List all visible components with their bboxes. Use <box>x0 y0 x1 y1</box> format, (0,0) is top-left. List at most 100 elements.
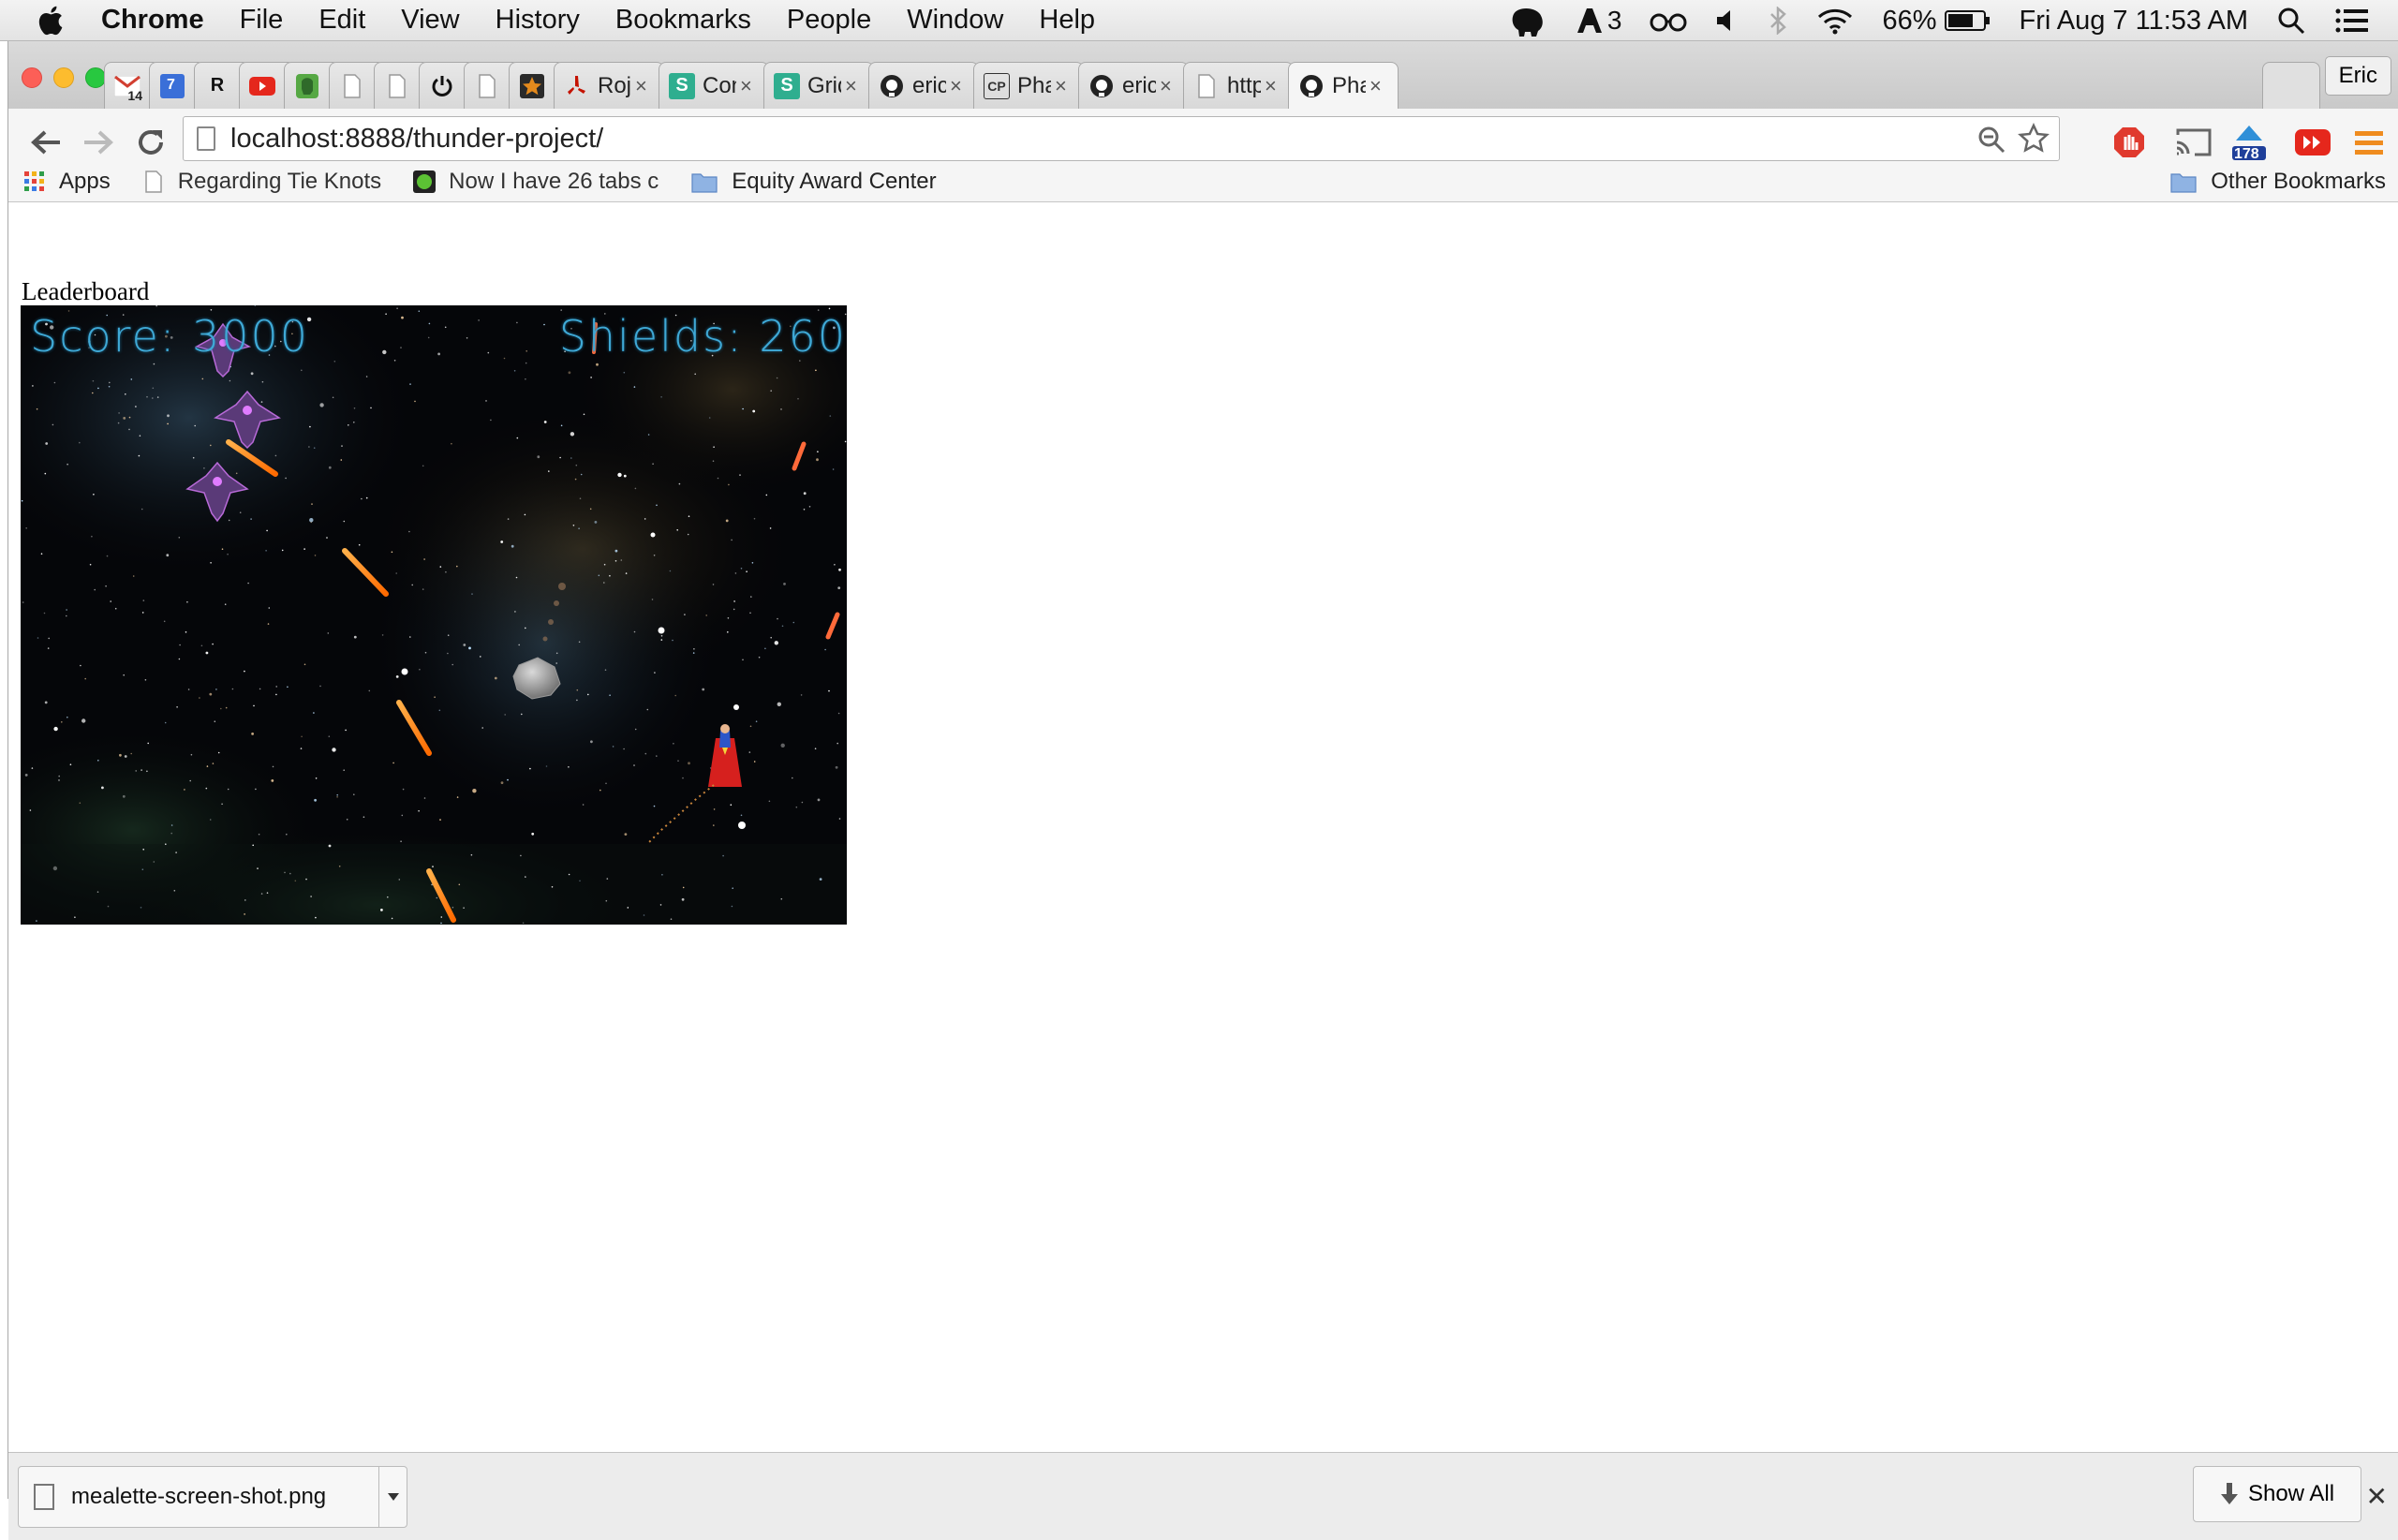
wifi-icon[interactable] <box>1816 7 1854 35</box>
youtube-icon <box>249 73 275 99</box>
browser-tab[interactable]: Phaser× <box>1288 62 1399 109</box>
browser-tab[interactable]: https://× <box>1183 62 1294 109</box>
tab-close-icon[interactable]: × <box>740 74 759 98</box>
star <box>708 417 711 419</box>
new-tab-button[interactable] <box>2262 62 2320 109</box>
menu-bookmarks[interactable]: Bookmarks <box>615 5 751 36</box>
browser-tab[interactable]: ericfloi× <box>1078 62 1189 109</box>
star <box>142 849 144 851</box>
star <box>142 600 145 601</box>
menu-edit[interactable]: Edit <box>318 5 365 36</box>
star <box>687 533 689 536</box>
star <box>646 708 649 711</box>
profile-button[interactable]: Eric <box>2324 56 2391 96</box>
star <box>503 357 506 360</box>
star <box>480 656 481 658</box>
cast-extension-button[interactable] <box>2174 124 2212 161</box>
star <box>314 798 317 802</box>
browser-tab[interactable]: CP Phaser× <box>973 62 1084 109</box>
reading-glasses-icon[interactable] <box>1650 8 1687 33</box>
zoom-icon[interactable] <box>1976 125 2006 155</box>
tab-close-icon[interactable]: × <box>1369 74 1388 98</box>
battery-icon[interactable] <box>1944 9 1991 32</box>
bookmark-26-tabs[interactable]: Now I have 26 tabs c <box>413 169 659 195</box>
download-item[interactable]: mealette-screen-shot.png <box>18 1466 407 1528</box>
menu-app-name[interactable]: Chrome <box>101 5 204 36</box>
close-shelf-icon[interactable]: ✕ <box>2366 1481 2388 1512</box>
menu-help[interactable]: Help <box>1039 5 1095 36</box>
star <box>828 689 830 692</box>
back-button[interactable] <box>25 122 67 163</box>
url-text[interactable]: localhost:8888/thunder-project/ <box>230 124 603 155</box>
star <box>678 482 681 485</box>
chrome-menu-button[interactable] <box>2350 124 2388 161</box>
star <box>755 720 758 722</box>
star <box>345 729 347 732</box>
address-bar[interactable]: localhost:8888/thunder-project/ <box>183 116 2060 161</box>
spotlight-search-icon[interactable] <box>2276 6 2306 36</box>
volume-icon[interactable] <box>1715 8 1739 33</box>
clock[interactable]: Fri Aug 7 11:53 AM <box>2020 6 2249 37</box>
apple-icon[interactable] <box>36 4 69 37</box>
star <box>153 861 155 863</box>
star <box>751 562 754 564</box>
star <box>739 474 741 476</box>
leaderboard-link[interactable]: Leaderboard <box>22 277 149 306</box>
browser-tab[interactable]: S Contair× <box>659 62 769 109</box>
show-all-button[interactable]: Show All <box>2193 1466 2361 1522</box>
menu-view[interactable]: View <box>401 5 459 36</box>
tab-close-icon[interactable]: × <box>950 74 969 98</box>
zoom-window-button[interactable] <box>85 67 106 88</box>
menu-window[interactable]: Window <box>907 5 1003 36</box>
minimize-window-button[interactable] <box>53 67 74 88</box>
star <box>128 428 130 431</box>
bookmark-other[interactable]: Other Bookmarks <box>2169 169 2386 195</box>
tab-close-icon[interactable]: × <box>1265 74 1283 98</box>
star <box>470 853 473 856</box>
tab-close-icon[interactable]: × <box>1160 74 1178 98</box>
star <box>303 548 305 550</box>
reload-button[interactable] <box>130 122 171 163</box>
star <box>152 397 154 399</box>
browser-tab[interactable]: ericfloi× <box>868 62 979 109</box>
star <box>731 905 733 908</box>
menu-people[interactable]: People <box>787 5 871 36</box>
youtube-extension-button[interactable] <box>2294 124 2331 161</box>
tab-close-icon[interactable]: × <box>845 74 864 98</box>
adobe-icon[interactable]: 3 <box>1576 6 1621 36</box>
adblock-hand-icon <box>2114 127 2144 157</box>
tab-close-icon[interactable]: × <box>1055 74 1073 98</box>
star <box>800 694 803 696</box>
evernote-elephant-icon[interactable] <box>1510 5 1547 37</box>
star <box>253 704 255 707</box>
star <box>559 456 561 459</box>
star <box>212 643 214 645</box>
star <box>210 444 212 447</box>
menu-history[interactable]: History <box>496 5 580 36</box>
star <box>178 658 181 660</box>
notification-center-icon[interactable] <box>2334 7 2370 35</box>
star <box>543 421 547 423</box>
bookmark-star-icon[interactable] <box>2018 123 2050 155</box>
forward-button[interactable] <box>78 122 119 163</box>
tab-close-icon[interactable]: × <box>635 74 654 98</box>
bookmark-apps[interactable]: Apps <box>23 169 111 195</box>
browser-tab[interactable]: S Grid | S× <box>763 62 874 109</box>
download-menu-button[interactable] <box>378 1467 407 1527</box>
close-window-button[interactable] <box>22 67 42 88</box>
page-icon <box>474 73 500 99</box>
star <box>733 608 735 611</box>
game-canvas[interactable]: Score: 3000 Shields: 260 <box>21 305 847 925</box>
bookmark-tie-knots[interactable]: Regarding Tie Knots <box>142 169 381 195</box>
notifier-extension-button[interactable]: 178 <box>2230 124 2268 162</box>
star <box>548 470 550 472</box>
browser-tab[interactable]: Rojoz C× <box>554 62 664 109</box>
star <box>500 540 504 543</box>
tab-strip: 147RRojoz C×SContair×SGrid | S×ericfloi×… <box>8 41 2398 109</box>
bookmark-equity-award[interactable]: Equity Award Center <box>690 169 937 195</box>
star <box>660 635 663 637</box>
bluetooth-icon[interactable] <box>1768 7 1788 35</box>
star <box>440 922 442 925</box>
menu-file[interactable]: File <box>240 5 284 36</box>
adblock-extension-button[interactable] <box>2110 124 2148 161</box>
